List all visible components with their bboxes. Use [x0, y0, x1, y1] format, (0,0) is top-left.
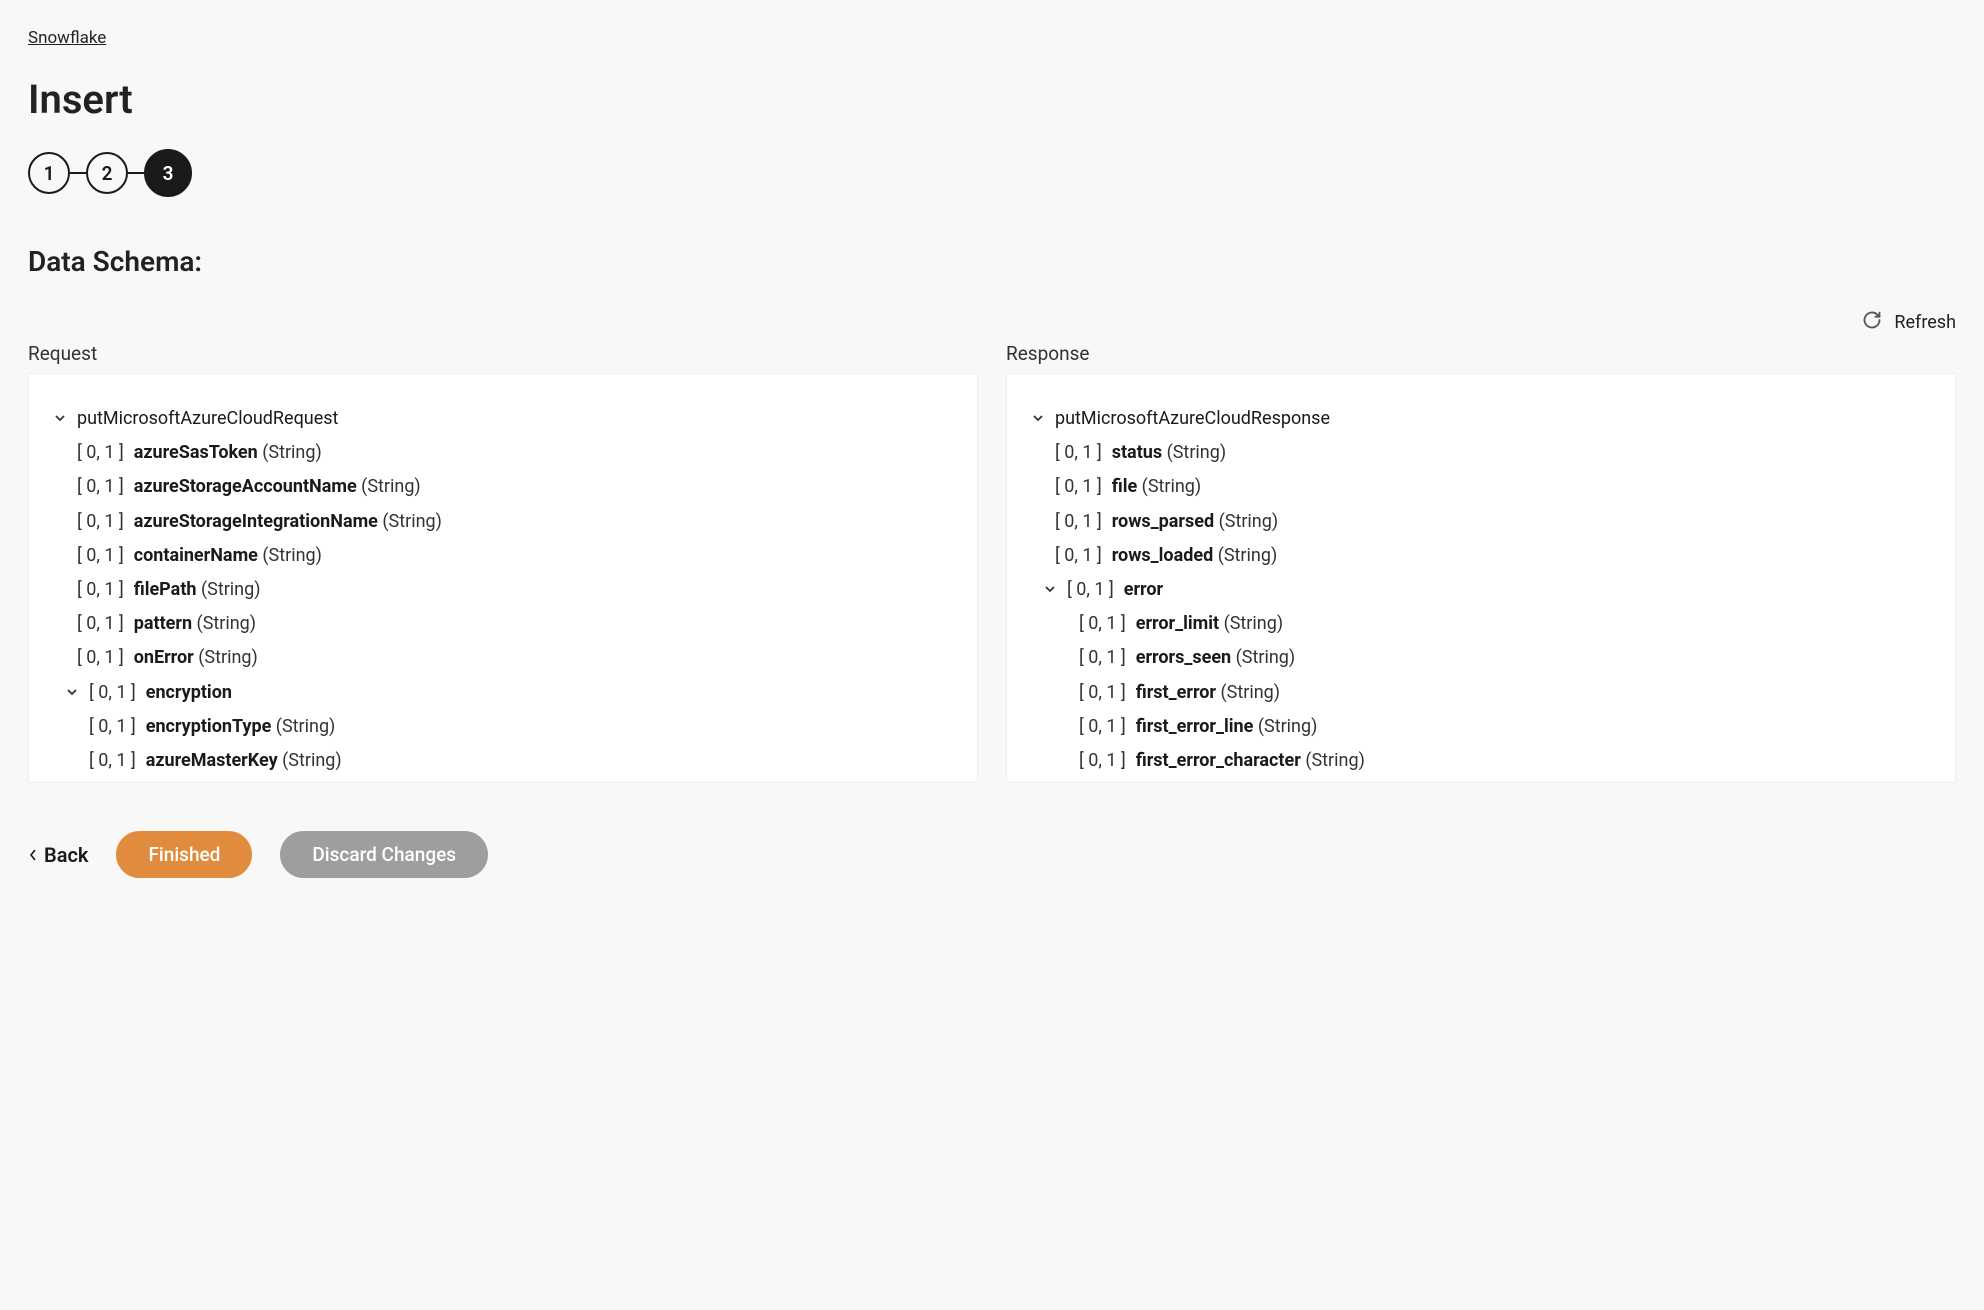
tree-field[interactable]: [ 0, 1 ] azureStorageAccountName (String… — [53, 470, 953, 504]
tree-field[interactable]: [ 0, 1 ] first_error_character (String) — [1031, 744, 1931, 778]
step-connector — [128, 172, 144, 174]
chevron-down-icon[interactable] — [53, 412, 67, 424]
chevron-down-icon[interactable] — [1031, 412, 1045, 424]
chevron-left-icon — [28, 843, 38, 867]
panel-label-request: Request — [28, 342, 978, 365]
tree-field[interactable]: [ 0, 1 ] file (String) — [1031, 470, 1931, 504]
tree-root-label: putMicrosoftAzureCloudResponse — [1055, 402, 1330, 436]
tree-root-label: putMicrosoftAzureCloudRequest — [77, 402, 338, 436]
response-panel: putMicrosoftAzureCloudResponse [ 0, 1 ] … — [1006, 373, 1956, 783]
tree-field[interactable]: [ 0, 1 ] first_error_column_name (String… — [1031, 778, 1931, 783]
back-label: Back — [44, 843, 88, 867]
step-1[interactable]: 1 — [28, 152, 70, 194]
tree-node-error[interactable]: [ 0, 1 ] error — [1031, 573, 1931, 607]
chevron-down-icon[interactable] — [65, 686, 79, 698]
tree-field[interactable]: [ 0, 1 ] first_error_line (String) — [1031, 710, 1931, 744]
back-button[interactable]: Back — [28, 843, 88, 867]
step-connector — [70, 172, 86, 174]
tree-field[interactable]: [ 0, 1 ] containerName (String) — [53, 539, 953, 573]
tree-field[interactable]: [ 0, 1 ] status (String) — [1031, 436, 1931, 470]
refresh-button[interactable]: Refresh — [28, 310, 1956, 334]
chevron-down-icon[interactable] — [1043, 583, 1057, 595]
breadcrumb-snowflake[interactable]: Snowflake — [28, 28, 106, 48]
tree-field[interactable]: [ 0, 1 ] encryptionType (String) — [53, 710, 953, 744]
finished-button[interactable]: Finished — [116, 831, 252, 878]
tree-field[interactable]: [ 0, 1 ] azureSasToken (String) — [53, 436, 953, 470]
refresh-icon — [1862, 310, 1882, 334]
tree-field[interactable]: [ 0, 1 ] filePath (String) — [53, 573, 953, 607]
tree-field[interactable]: [ 0, 1 ] onError (String) — [53, 641, 953, 675]
discard-changes-button[interactable]: Discard Changes — [280, 831, 488, 878]
stepper: 1 2 3 — [28, 149, 1956, 197]
tree-field[interactable]: [ 0, 1 ] error_limit (String) — [1031, 607, 1931, 641]
panel-label-response: Response — [1006, 342, 1956, 365]
tree-node-encryption[interactable]: [ 0, 1 ] encryption — [53, 676, 953, 710]
refresh-label: Refresh — [1894, 312, 1956, 333]
footer-actions: Back Finished Discard Changes — [28, 831, 1956, 878]
step-2[interactable]: 2 — [86, 152, 128, 194]
tree-field[interactable]: [ 0, 1 ] first_error (String) — [1031, 676, 1931, 710]
tree-field[interactable]: [ 0, 1 ] azureStorageIntegrationName (St… — [53, 505, 953, 539]
tree-field[interactable]: [ 0, 1 ] errors_seen (String) — [1031, 641, 1931, 675]
tree-field[interactable]: [ 0, 1 ] pattern (String) — [53, 607, 953, 641]
step-3[interactable]: 3 — [144, 149, 192, 197]
tree-node-fileformat[interactable]: [ 0, 1 ] fileFormat — [53, 778, 953, 783]
tree-root-response[interactable]: putMicrosoftAzureCloudResponse — [1031, 402, 1931, 436]
request-panel: putMicrosoftAzureCloudRequest [ 0, 1 ] a… — [28, 373, 978, 783]
tree-field[interactable]: [ 0, 1 ] azureMasterKey (String) — [53, 744, 953, 778]
tree-root-request[interactable]: putMicrosoftAzureCloudRequest — [53, 402, 953, 436]
section-title-data-schema: Data Schema: — [28, 245, 1956, 278]
tree-field[interactable]: [ 0, 1 ] rows_loaded (String) — [1031, 539, 1931, 573]
page-title: Insert — [28, 76, 1956, 123]
tree-field[interactable]: [ 0, 1 ] rows_parsed (String) — [1031, 505, 1931, 539]
